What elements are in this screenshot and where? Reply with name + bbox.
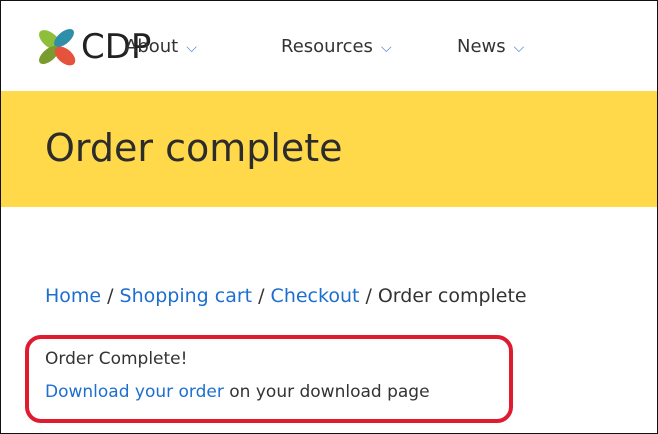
download-message: Download your order on your download pag… <box>45 380 430 404</box>
breadcrumb-separator: / <box>365 285 372 307</box>
breadcrumb-current: Order complete <box>377 285 527 307</box>
nav-about-label: About <box>125 36 179 57</box>
nav-resources-label: Resources <box>281 36 373 57</box>
breadcrumb-shopping-cart[interactable]: Shopping cart <box>120 285 253 307</box>
breadcrumb-home[interactable]: Home <box>45 285 101 307</box>
breadcrumb: Home / Shopping cart / Checkout / Order comple… <box>45 283 527 309</box>
page: CDP About ⌵ Resources ⌵ News ⌵ Order comple… <box>0 0 658 434</box>
cdp-logo-icon[interactable] <box>35 25 79 69</box>
nav-about[interactable]: About ⌵ <box>125 35 197 60</box>
chevron-down-icon: ⌵ <box>186 40 197 56</box>
breadcrumb-separator: / <box>258 285 265 307</box>
chevron-down-icon: ⌵ <box>380 40 392 56</box>
nav-resources[interactable]: Resources ⌵ <box>281 35 392 60</box>
page-title: Order complete <box>45 126 343 170</box>
download-order-link[interactable]: Download your order <box>45 382 224 402</box>
download-message-suffix: on your download page <box>229 382 430 402</box>
nav-news[interactable]: News ⌵ <box>457 35 524 60</box>
order-status-text: Order Complete! <box>45 349 188 369</box>
top-navigation: CDP About ⌵ Resources ⌵ News ⌵ <box>1 1 657 91</box>
chevron-down-icon: ⌵ <box>513 40 525 56</box>
nav-news-label: News <box>457 36 506 57</box>
breadcrumb-checkout[interactable]: Checkout <box>271 285 360 307</box>
page-header-banner: Order complete <box>1 91 657 207</box>
breadcrumb-separator: / <box>107 285 114 307</box>
